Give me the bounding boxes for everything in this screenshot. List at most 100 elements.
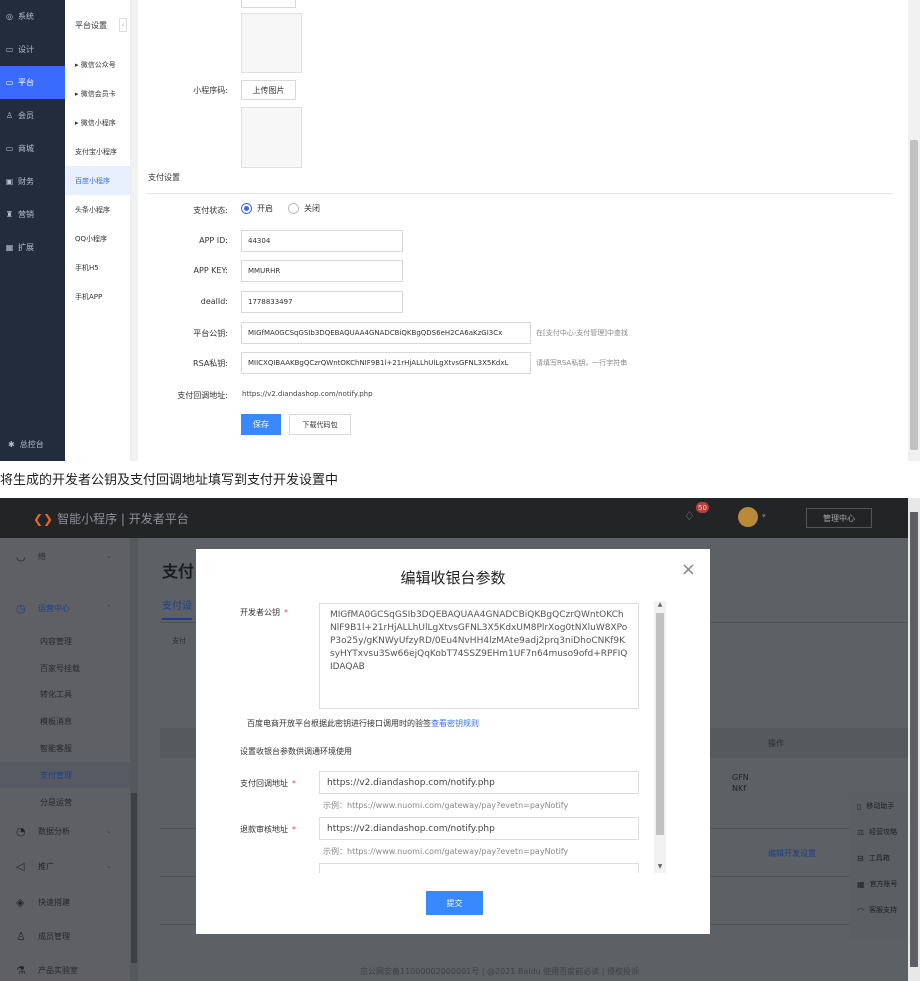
menu-lab[interactable]: ⚗ 产品实验室 — [16, 964, 78, 977]
cube-icon: ◈ — [16, 896, 25, 909]
rsa-hint: 请填写RSA私钥，一行字符串 — [536, 359, 628, 367]
submenu-content[interactable]: 内容管理 — [40, 636, 72, 647]
strategy-icon: ⚖ — [857, 827, 865, 837]
phone-icon: ▯ — [857, 801, 862, 811]
edit-cashier-modal: 编辑收银台参数 × 开发者公钥 * MIGfMA0GCSqGSIb3DQEBAQU… — [196, 549, 710, 934]
nav-design[interactable]: ▭ 设计 — [0, 33, 65, 66]
upload-image-button[interactable]: 上传图片 — [241, 80, 296, 100]
page-scrollbar[interactable] — [908, 0, 920, 461]
sub-item-qq-mini[interactable]: QQ小程序 — [65, 224, 130, 253]
system-icon: ◎ — [6, 12, 13, 21]
menu-members[interactable]: ♙ 成员管理 — [16, 930, 70, 943]
refund-label: 退款审核地址 * — [240, 825, 296, 834]
design-icon: ▭ — [5, 45, 14, 54]
scroll-down-icon[interactable]: ▼ — [654, 863, 666, 873]
brand[interactable]: ❮❯ 智能小程序 | 开发者平台 — [33, 510, 189, 527]
tool-strategy[interactable]: ⚖ 经营攻略 — [849, 819, 907, 845]
pubkey-label: 平台公钥: — [193, 329, 228, 338]
section-title: 支付设置 — [148, 173, 180, 182]
sub-item-toutiao-mini[interactable]: 头条小程序 — [65, 195, 130, 224]
sub-item-wechat-official[interactable]: ▸ 微信公众号 — [65, 50, 130, 79]
nav-extend[interactable]: ▦ 扩展 — [0, 231, 65, 264]
notification-badge: 50 — [696, 502, 709, 513]
nav-finance[interactable]: ▣ 财务 — [0, 165, 65, 198]
sub-item-alipay-mini[interactable]: 支付宝小程序 — [65, 137, 130, 166]
blurred-top-item[interactable]: ◡ 络 — [16, 550, 46, 563]
nav-member[interactable]: ♙ 会员 — [0, 99, 65, 132]
sidebar-scrollbar[interactable] — [130, 538, 138, 981]
submenu-convert[interactable]: 转化工具 — [40, 689, 72, 700]
avatar[interactable] — [738, 507, 758, 527]
footer: 京公网安备11000002000001号 | @2021 Baidu 使用百度前… — [360, 967, 640, 976]
save-button[interactable]: 保存 — [241, 414, 281, 435]
mini-code-preview — [241, 107, 302, 168]
menu-analytics[interactable]: ◔ 数据分析 — [16, 825, 70, 838]
callback-input[interactable]: https://v2.diandashop.com/notify.php — [319, 771, 639, 794]
radio-off[interactable]: 关闭 — [288, 203, 320, 214]
menu-ops-center[interactable]: ◷ 运营中心 — [16, 602, 70, 615]
next-input-clipped[interactable] — [319, 863, 639, 873]
sub-item-app[interactable]: 手机APP — [65, 282, 130, 311]
upload-button-prev[interactable] — [241, 0, 296, 8]
scrollbar-thumb[interactable] — [910, 140, 918, 450]
nav-platform[interactable]: ▭ 平台 — [0, 66, 65, 99]
app-id-input[interactable]: 44304 — [241, 230, 403, 252]
toolbox-icon: ⊟ — [857, 853, 864, 863]
scrollbar-thumb[interactable] — [131, 793, 137, 963]
sub-item-h5[interactable]: 手机H5 — [65, 253, 130, 282]
scrollbar-thumb[interactable] — [656, 613, 664, 835]
radio-on[interactable]: 开启 — [241, 203, 273, 214]
key-rules-link[interactable]: 查看密钥规则 — [431, 719, 479, 728]
modal-scrollbar[interactable]: ▲ ▼ — [654, 601, 666, 873]
menu-promote[interactable]: ◁ 推广 — [16, 860, 54, 873]
nav-system[interactable]: ◎ 系统 — [0, 0, 65, 33]
sub-item-wechat-mini[interactable]: ▸ 微信小程序 — [65, 108, 130, 137]
sub-item-wechat-card[interactable]: ▸ 微信会员卡 — [65, 79, 130, 108]
download-code-button[interactable]: 下载代码包 — [289, 414, 351, 435]
headset-icon: ◠ — [857, 905, 864, 915]
scrollbar-thumb[interactable] — [910, 512, 918, 967]
finance-icon: ▣ — [5, 177, 14, 186]
tool-support[interactable]: ◠ 客服支持 — [849, 897, 907, 923]
rsa-input[interactable]: MIICXQIBAAKBgQCzrQWntOKChNIF9B1l+21rHjAL… — [241, 352, 531, 374]
outer-scrollbar[interactable] — [908, 498, 920, 981]
callback-url: https://v2.diandashop.com/notify.php — [242, 390, 373, 398]
chevron-down-icon[interactable]: ▾ — [762, 512, 766, 520]
dev-key-label: 开发者公钥 * — [240, 608, 288, 617]
required-mark: * — [284, 608, 288, 617]
ops-icon: ◷ — [16, 602, 26, 615]
pubkey-input[interactable]: MIGfMA0GCSqGSIb3DQEBAQUAA4GNADCBiQKBgQDS… — [241, 322, 531, 344]
pay-status-label: 支付状态: — [193, 206, 228, 215]
nav-shop[interactable]: ▭ 商城 — [0, 132, 65, 165]
submit-button[interactable]: 提交 — [426, 891, 483, 915]
nav-dashboard[interactable]: ✱ 总控台 — [0, 428, 65, 461]
refund-input[interactable]: https://v2.diandashop.com/notify.php — [319, 817, 639, 840]
submenu-service[interactable]: 智能客服 — [40, 743, 72, 754]
nav-marketing[interactable]: ♜ 营销 — [0, 198, 65, 231]
edit-dev-settings-link[interactable]: 编辑开发设置 — [768, 848, 816, 859]
right-toolbar: ▯ 移动助手 ⚖ 经营攻略 ⊟ 工具箱 ▦ 官方账号 ◠ 客服支持 — [849, 793, 907, 941]
submenu-baijiahao[interactable]: 百家号挂载 — [40, 663, 80, 674]
app-id-label: APP ID: — [199, 236, 228, 245]
scroll-up-icon[interactable]: ▲ — [654, 601, 666, 611]
submenu-payment[interactable]: 支付管理 — [40, 770, 72, 781]
close-icon[interactable]: × — [681, 561, 696, 579]
sub-item-baidu-mini[interactable]: 百度小程序 — [65, 166, 130, 195]
tool-toolbox[interactable]: ⊟ 工具箱 — [849, 845, 907, 871]
admin-panel: ◎ 系统 ▭ 设计 ▭ 平台 ♙ 会员 ▭ 商城 ▣ 财务 ♜ 营销 ▦ 扩展 ✱ 总控台 平台设… — [0, 0, 920, 461]
modal-title: 编辑收银台参数 — [400, 569, 506, 587]
menu-quick-build[interactable]: ◈ 快速搭建 — [16, 896, 70, 909]
image-preview-prev — [241, 13, 302, 73]
app-key-input[interactable]: MMURHR — [241, 260, 403, 282]
collapse-icon[interactable]: ‹ — [119, 18, 127, 32]
tool-mobile[interactable]: ▯ 移动助手 — [849, 793, 907, 819]
submenu-template[interactable]: 模板消息 — [40, 716, 72, 727]
submenu-distribution[interactable]: 分是运营 — [40, 797, 72, 808]
chevron-down-icon: ⌄ — [106, 862, 112, 870]
dealid-input[interactable]: 1778833497 — [241, 291, 403, 313]
caption-text: 将生成的开发者公钥及支付回调地址填写到支付开发设置中 — [0, 473, 339, 488]
dev-key-textarea[interactable]: MIGfMA0GCSqGSIb3DQEBAQUAA4GNADCBiQKBgQCz… — [319, 603, 639, 709]
manage-center-button[interactable]: 管理中心 — [806, 508, 872, 528]
tool-official[interactable]: ▦ 官方账号 — [849, 871, 907, 897]
tab-payment[interactable]: 支付设 — [162, 597, 192, 620]
